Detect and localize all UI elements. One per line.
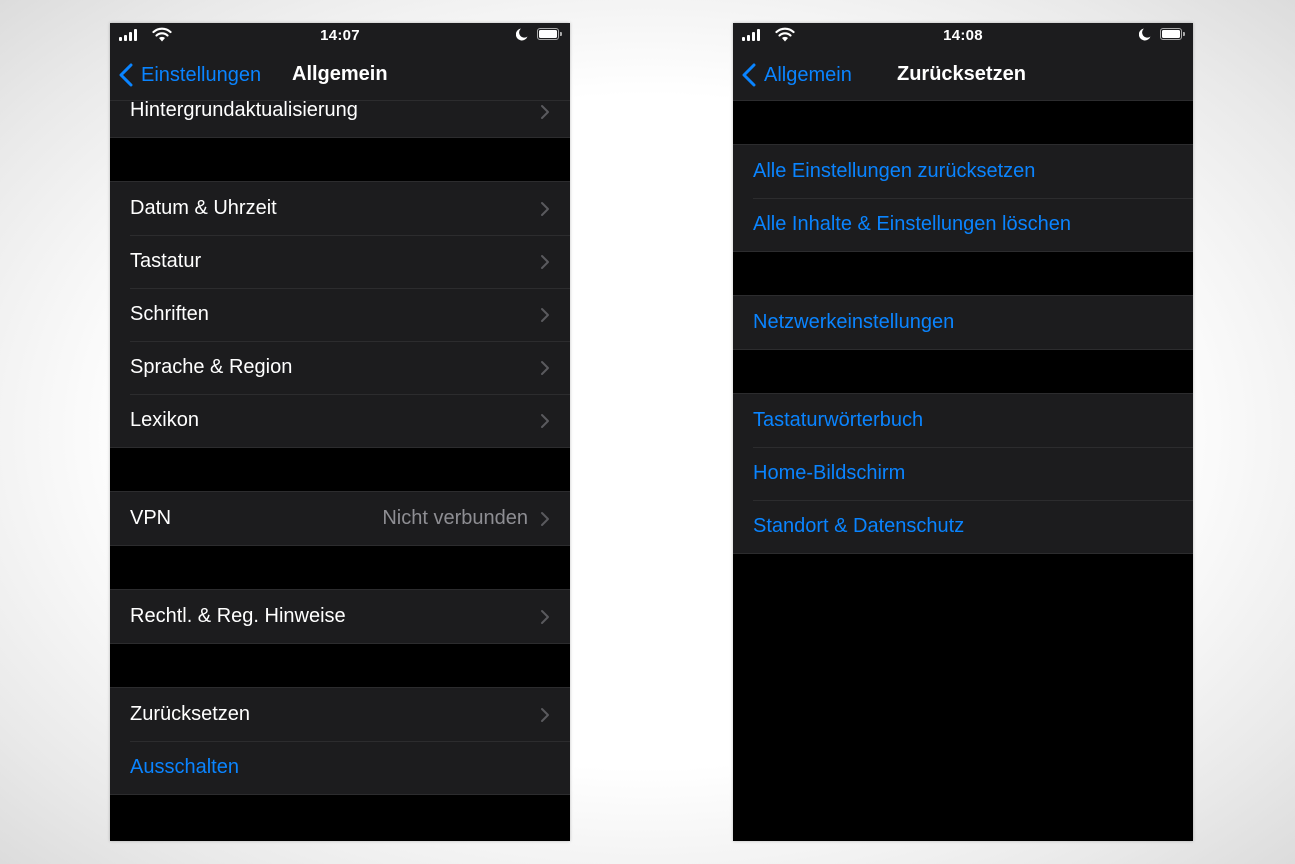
moon-icon [1139, 28, 1151, 41]
vpn-status-value: Nicht verbunden [382, 507, 528, 529]
moon-icon [516, 28, 528, 41]
row-label: Rechtl. & Reg. Hinweise [130, 605, 346, 627]
chevron-right-icon [541, 361, 549, 375]
row-hintergrundaktualisierung[interactable]: Hintergrundaktualisierung [110, 99, 570, 137]
back-button-label: Allgemein [764, 63, 852, 86]
row-label: VPN [130, 507, 172, 529]
settings-general-screen: 14:07 Einstellungen Allgemein Hintergrun… [110, 23, 570, 841]
row-label: Hintergrundaktualisierung [130, 99, 358, 121]
back-button-allgemein[interactable]: Allgemein [742, 61, 852, 89]
erase-all-content-button[interactable]: Alle Inhalte & Einstellungen löschen [733, 198, 1193, 251]
row-label: Home-Bildschirm [753, 462, 906, 484]
back-button-label: Einstellungen [141, 63, 262, 86]
reset-all-settings-button[interactable]: Alle Einstellungen zurücksetzen [733, 145, 1193, 198]
row-label: Zurücksetzen [130, 703, 251, 725]
ausschalten-button[interactable]: Ausschalten [110, 741, 570, 794]
back-chevron-icon [119, 63, 133, 87]
section-spacer [733, 101, 1193, 144]
row-label: Schriften [130, 303, 209, 325]
status-bar: 14:07 [110, 23, 570, 47]
row-label: Lexikon [130, 409, 199, 431]
row-label: Datum & Uhrzeit [130, 197, 277, 219]
back-button-einstellungen[interactable]: Einstellungen [119, 61, 261, 89]
row-label: Ausschalten [130, 756, 239, 778]
status-bar: 14:08 [733, 23, 1193, 47]
row-sprache-region[interactable]: Sprache & Region [110, 341, 570, 394]
chevron-right-icon [541, 202, 549, 216]
settings-group: Rechtl. & Reg. Hinweise [110, 589, 570, 644]
reset-location-privacy-button[interactable]: Standort & Datenschutz [733, 500, 1193, 553]
chevron-right-icon [541, 610, 549, 624]
row-lexikon[interactable]: Lexikon [110, 394, 570, 447]
row-label: Standort & Datenschutz [753, 515, 965, 537]
battery-icon [537, 28, 562, 40]
row-schriften[interactable]: Schriften [110, 288, 570, 341]
reset-network-settings-button[interactable]: Netzwerkeinstellungen [733, 296, 1193, 349]
chevron-right-icon [541, 308, 549, 322]
page-title: Zurücksetzen [897, 63, 1026, 85]
settings-group: Netzwerkeinstellungen [733, 295, 1193, 350]
row-vpn[interactable]: VPN Nicht verbunden [110, 492, 570, 545]
battery-icon [1160, 28, 1185, 40]
chevron-right-icon [541, 414, 549, 428]
row-tastatur[interactable]: Tastatur [110, 235, 570, 288]
row-datum-uhrzeit[interactable]: Datum & Uhrzeit [110, 182, 570, 235]
row-label: Tastaturwörterbuch [753, 409, 924, 431]
section-spacer [110, 546, 570, 589]
reset-home-screen-button[interactable]: Home-Bildschirm [733, 447, 1193, 500]
reset-keyboard-dictionary-button[interactable]: Tastaturwörterbuch [733, 394, 1193, 447]
status-time: 14:07 [320, 27, 360, 44]
settings-group: Tastaturwörterbuch Home-Bildschirm Stand… [733, 393, 1193, 554]
settings-group: Zurücksetzen Ausschalten [110, 687, 570, 795]
reset-options-list: Alle Einstellungen zurücksetzen Alle Inh… [733, 101, 1193, 554]
row-label: Netzwerkeinstellungen [753, 311, 955, 333]
chevron-right-icon [541, 255, 549, 269]
row-label: Tastatur [130, 250, 202, 272]
status-time: 14:08 [943, 27, 983, 44]
section-spacer [733, 252, 1193, 295]
settings-list: Hintergrundaktualisierung Datum & Uhrzei… [110, 99, 570, 795]
settings-group: Datum & Uhrzeit Tastatur Schriften Sprac… [110, 181, 570, 448]
section-spacer [110, 448, 570, 491]
settings-reset-screen: 14:08 Allgemein Zurücksetzen Alle Einste… [733, 23, 1193, 841]
chevron-right-icon [541, 512, 549, 526]
page-title: Allgemein [292, 63, 388, 85]
row-label: Alle Einstellungen zurücksetzen [753, 160, 1036, 182]
section-spacer [110, 644, 570, 687]
section-spacer [733, 350, 1193, 393]
settings-group: Hintergrundaktualisierung [110, 99, 570, 138]
chevron-right-icon [541, 105, 549, 119]
row-label: Alle Inhalte & Einstellungen löschen [753, 213, 1071, 235]
navigation-bar: Allgemein Zurücksetzen [733, 47, 1193, 101]
section-spacer [110, 138, 570, 181]
settings-group: VPN Nicht verbunden [110, 491, 570, 546]
back-chevron-icon [742, 63, 756, 87]
chevron-right-icon [541, 708, 549, 722]
row-label: Sprache & Region [130, 356, 293, 378]
settings-group: Alle Einstellungen zurücksetzen Alle Inh… [733, 144, 1193, 252]
row-zuruecksetzen[interactable]: Zurücksetzen [110, 688, 570, 741]
row-rechtl-hinweise[interactable]: Rechtl. & Reg. Hinweise [110, 590, 570, 643]
navigation-bar: Einstellungen Allgemein [110, 47, 570, 101]
